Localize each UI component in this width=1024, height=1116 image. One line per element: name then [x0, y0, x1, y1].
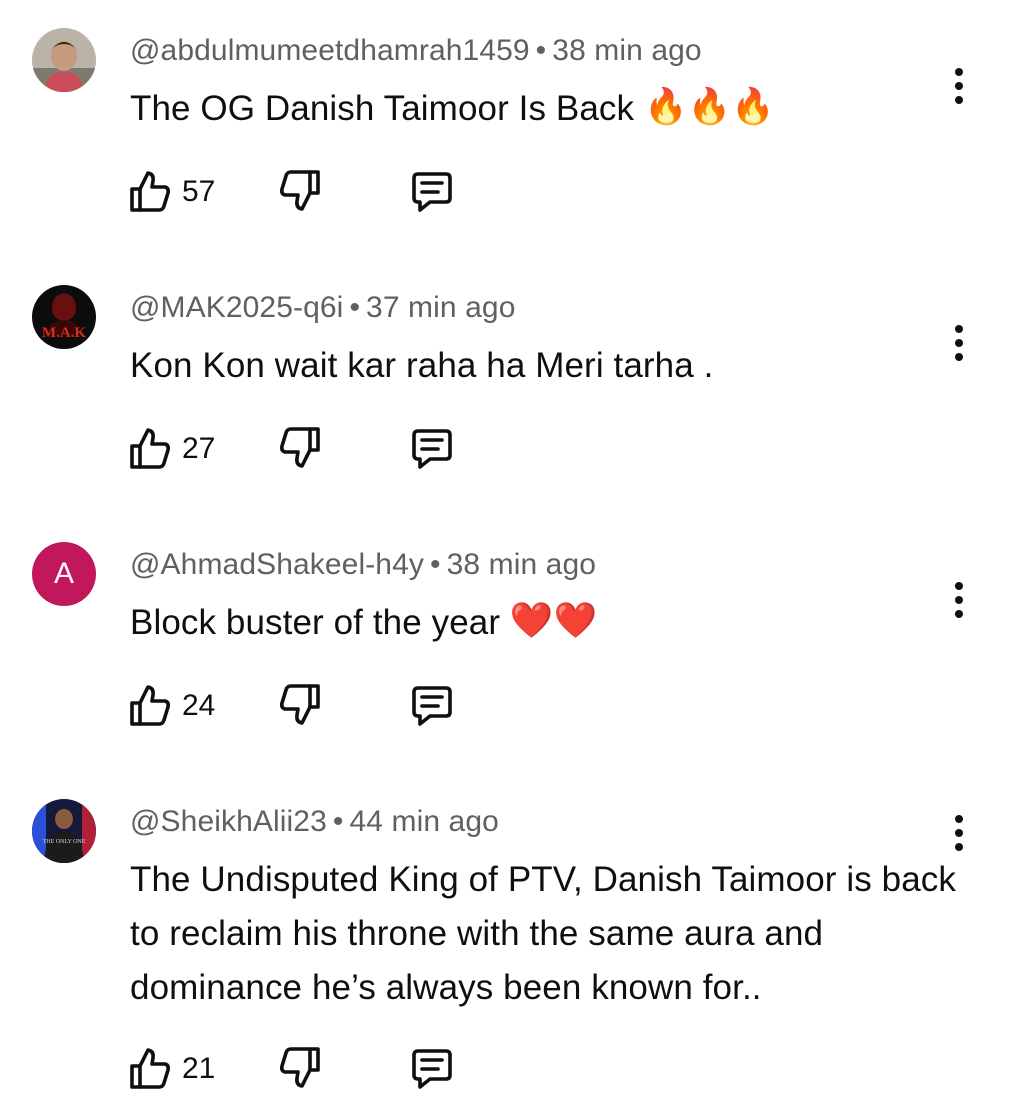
thumbs-up-icon: [130, 428, 170, 469]
comment-time[interactable]: 38 min ago: [552, 34, 701, 67]
like-count: 21: [182, 1052, 216, 1085]
meta-separator: •: [332, 805, 344, 838]
dot: [955, 582, 963, 590]
comment-time[interactable]: 38 min ago: [447, 548, 596, 581]
more-options-button[interactable]: [946, 576, 972, 624]
comment-text: The Undisputed King of PTV, Danish Taimo…: [130, 853, 970, 1015]
comment-time[interactable]: 44 min ago: [349, 805, 498, 838]
meta-separator: •: [429, 548, 441, 581]
comment-meta: @SheikhAlii23 • 44 min ago: [130, 805, 499, 839]
like-button[interactable]: [128, 682, 172, 728]
dot: [955, 596, 963, 604]
comment-author[interactable]: @abdulmumeetdhamrah1459: [130, 34, 530, 67]
comment-author[interactable]: @SheikhAlii23: [130, 805, 327, 838]
mak-logo-icon: M.A.K: [32, 285, 96, 349]
heart-emoji: ❤️: [553, 600, 598, 640]
fire-emoji: 🔥: [687, 86, 732, 126]
comment-author[interactable]: @MAK2025-q6i: [130, 291, 343, 324]
avatar[interactable]: THE ONLY ONE: [32, 799, 96, 863]
reply-button[interactable]: [410, 168, 454, 214]
avatar-photo-icon: [32, 28, 96, 92]
like-button[interactable]: [128, 425, 172, 471]
comment-body: Kon Kon wait kar raha ha Meri tarha .: [130, 346, 714, 385]
dot: [955, 843, 963, 851]
thumbs-up-icon: [130, 685, 170, 726]
like-button[interactable]: [128, 168, 172, 214]
comment-body: Block buster of the year: [130, 603, 501, 642]
comment-text: The OG Danish Taimoor Is Back 🔥🔥🔥: [130, 82, 970, 136]
dot: [955, 96, 963, 104]
comment-text: Block buster of the year ❤️❤️: [130, 596, 970, 650]
thumbs-down-icon: [280, 1047, 320, 1088]
heart-emoji: ❤️: [509, 600, 554, 640]
avatar[interactable]: [32, 28, 96, 92]
dislike-button[interactable]: [278, 1045, 322, 1091]
comment-time[interactable]: 37 min ago: [366, 291, 515, 324]
dot: [955, 353, 963, 361]
reply-comment-icon: [412, 686, 452, 726]
comment-meta: @abdulmumeetdhamrah1459 • 38 min ago: [130, 34, 702, 68]
fire-emoji: 🔥: [731, 86, 776, 126]
dot: [955, 610, 963, 618]
dot: [955, 82, 963, 90]
reply-button[interactable]: [410, 682, 454, 728]
avatar[interactable]: M.A.K: [32, 285, 96, 349]
dot: [955, 815, 963, 823]
like-button[interactable]: [128, 1045, 172, 1091]
thumbs-down-icon: [280, 170, 320, 211]
comment-meta: @AhmadShakeel-h4y • 38 min ago: [130, 548, 596, 582]
dislike-button[interactable]: [278, 425, 322, 471]
meta-separator: •: [535, 34, 547, 67]
reply-comment-icon: [412, 1049, 452, 1089]
reply-comment-icon: [412, 172, 452, 212]
comment-body: The OG Danish Taimoor Is Back: [130, 89, 635, 128]
comment-text: Kon Kon wait kar raha ha Meri tarha .: [130, 339, 970, 393]
like-count: 27: [182, 432, 216, 465]
dot: [955, 339, 963, 347]
avatar-label: THE ONLY ONE: [43, 839, 86, 845]
avatar-label: M.A.K: [42, 325, 86, 341]
avatar[interactable]: A: [32, 542, 96, 606]
more-options-button[interactable]: [946, 319, 972, 367]
thumbs-down-icon: [280, 684, 320, 725]
dislike-button[interactable]: [278, 168, 322, 214]
comment-body: The Undisputed King of PTV, Danish Taimo…: [130, 860, 956, 1007]
dislike-button[interactable]: [278, 682, 322, 728]
reply-button[interactable]: [410, 1045, 454, 1091]
comment-author[interactable]: @AhmadShakeel-h4y: [130, 548, 424, 581]
more-options-button[interactable]: [946, 62, 972, 110]
dot: [955, 829, 963, 837]
meta-separator: •: [349, 291, 361, 324]
reply-comment-icon: [412, 429, 452, 469]
more-options-button[interactable]: [946, 809, 972, 857]
reply-button[interactable]: [410, 425, 454, 471]
like-count: 57: [182, 175, 216, 208]
thumbs-up-icon: [130, 171, 170, 212]
thumbs-down-icon: [280, 427, 320, 468]
dot: [955, 325, 963, 333]
dot: [955, 68, 963, 76]
avatar-letter: A: [53, 557, 74, 590]
thumbs-up-icon: [130, 1048, 170, 1089]
like-count: 24: [182, 689, 216, 722]
comment-meta: @MAK2025-q6i • 37 min ago: [130, 291, 515, 325]
fire-emoji: 🔥: [643, 86, 688, 126]
avatar-photo-icon: THE ONLY ONE: [32, 799, 96, 863]
